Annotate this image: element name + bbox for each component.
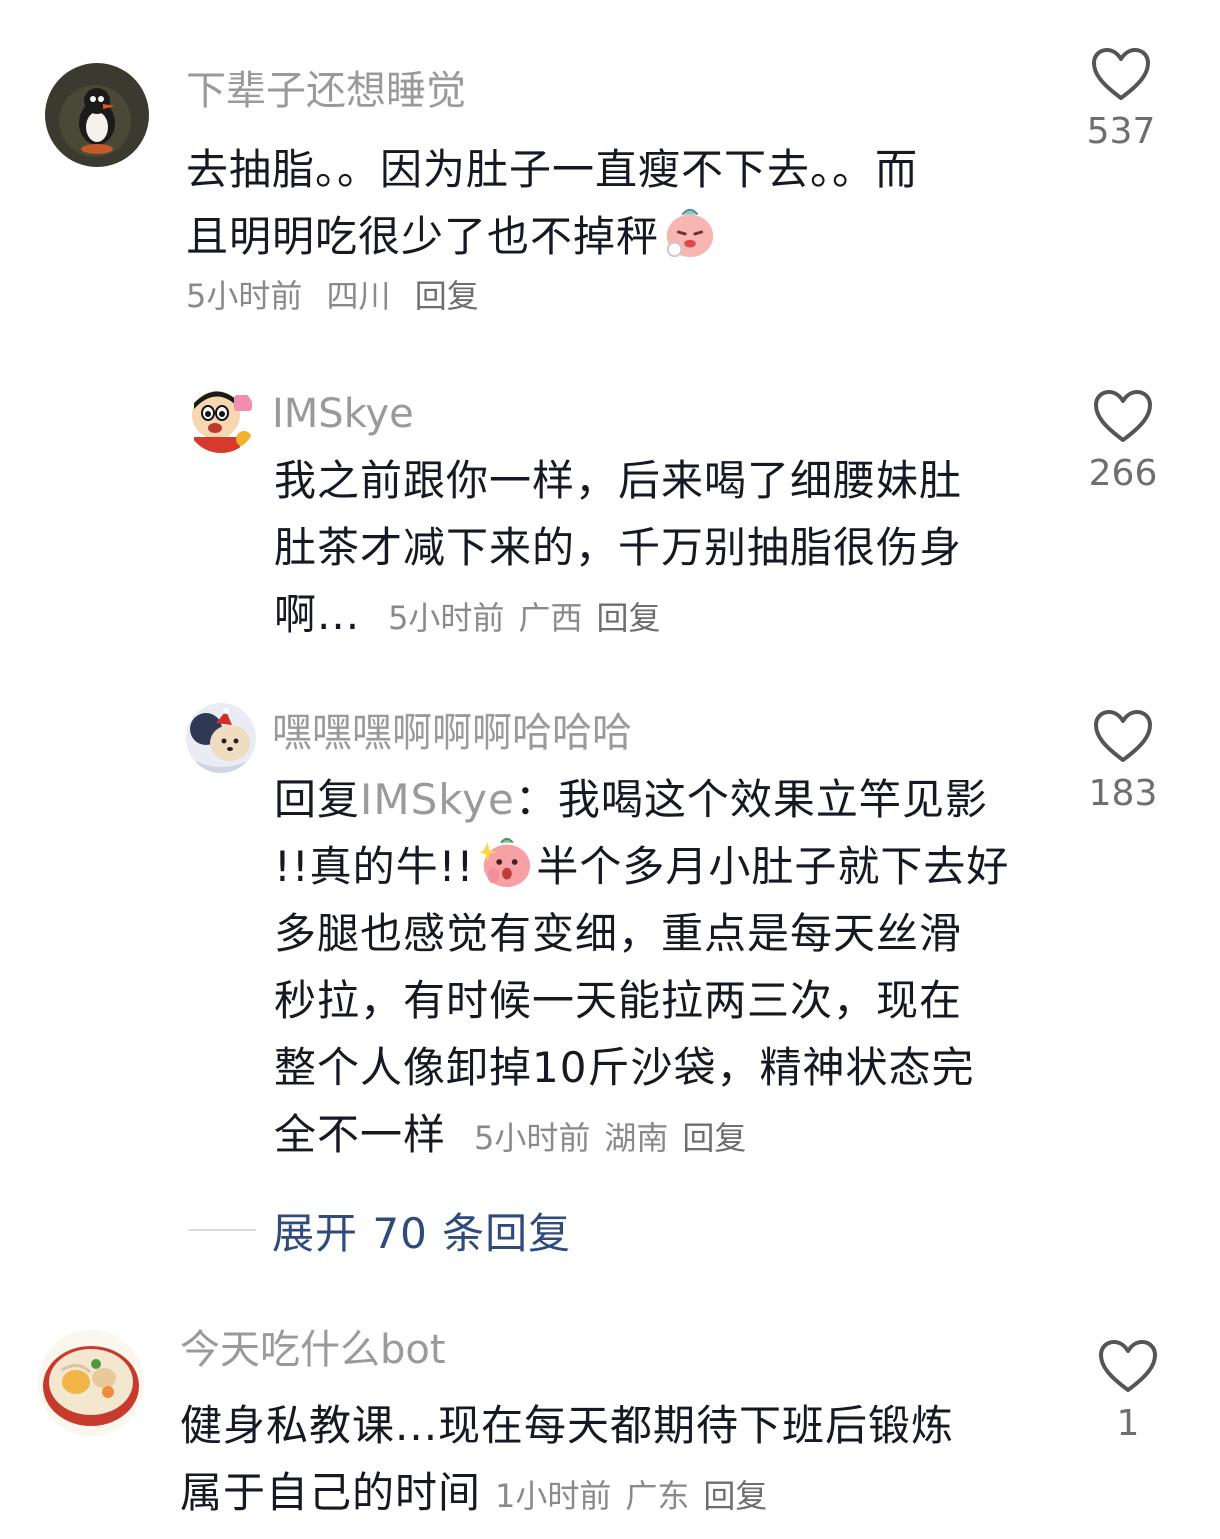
comment-time: 5小时前	[474, 1119, 591, 1157]
avatar[interactable]	[38, 1330, 144, 1436]
comment-time: 1小时前	[495, 1477, 612, 1515]
divider	[188, 1229, 256, 1231]
like-button[interactable]: 266	[1078, 388, 1168, 496]
like-count: 1	[1116, 1403, 1140, 1444]
like-button[interactable]: 537	[1076, 46, 1166, 154]
comment-time: 5小时前	[186, 277, 303, 315]
avatar[interactable]	[45, 63, 149, 167]
expand-replies-button[interactable]: 展开 70 条回复	[188, 1200, 571, 1260]
comment-text-line: 我喝这个效果立竿见影	[557, 775, 988, 824]
avatar[interactable]	[186, 703, 256, 773]
comment-text-line: 啊...	[274, 590, 361, 639]
comment-time: 5小时前	[388, 599, 505, 637]
comment-text: 回复IMSkye：我喝这个效果立竿见影 !!真的牛!! 半个多月小肚子就下去好 …	[274, 766, 1009, 1168]
comment-text-line: 全不一样	[274, 1110, 447, 1159]
like-button[interactable]: 183	[1078, 708, 1168, 816]
expand-replies-label: 展开 70 条回复	[272, 1208, 572, 1258]
comment-text-line: 属于自己的时间	[180, 1468, 482, 1517]
like-count: 183	[1088, 773, 1158, 814]
comment-text-line: 半个多月小肚子就下去好	[536, 842, 1010, 891]
comment-location: 湖南	[604, 1119, 669, 1157]
mention-link[interactable]: IMSkye	[360, 775, 515, 824]
comment-text-line: 肚茶才减下来的，千万别抽脂很伤身	[274, 523, 963, 572]
food-bowl-avatar	[38, 1330, 144, 1436]
like-count: 537	[1086, 111, 1156, 152]
reply-button[interactable]: 回复	[682, 1119, 746, 1157]
mention-separator: ：	[514, 775, 558, 824]
like-count: 266	[1088, 453, 1158, 494]
reply-button[interactable]: 回复	[703, 1477, 767, 1515]
comment-text-line: 多腿也感觉有变细，重点是每天丝滑	[274, 909, 963, 958]
dog-christmas-avatar	[186, 703, 256, 773]
username[interactable]: IMSkye	[272, 391, 414, 437]
comment-meta: 5小时前 四川 回复	[186, 276, 493, 316]
comment-text-line: !!真的牛!!	[274, 842, 475, 891]
comment-text-line: 我之前跟你一样，后来喝了细腰妹肚	[274, 456, 963, 505]
surprised-peach-emoji	[476, 833, 534, 891]
comment-location: 广东	[625, 1477, 690, 1515]
cartoon-boy-avatar	[186, 383, 256, 453]
comment-text-line: 去抽脂。。因为肚子一直瘦不下去。。而	[186, 145, 919, 194]
comment-meta: 5小时前 湖南 回复	[474, 1119, 760, 1157]
reply-button[interactable]: 回复	[596, 599, 660, 637]
comment-text-line: 秒拉，有时候一天能拉两三次，现在	[274, 976, 963, 1025]
username[interactable]: 下辈子还想睡觉	[186, 68, 466, 114]
comment-location: 广西	[518, 599, 583, 637]
penguin-avatar	[45, 63, 149, 167]
comment-text: 我之前跟你一样，后来喝了细腰妹肚 肚茶才减下来的，千万别抽脂很伤身 啊... 5小…	[274, 447, 962, 648]
like-button[interactable]: 1	[1083, 1338, 1173, 1446]
crying-peach-emoji	[661, 203, 719, 261]
comment-text: 健身私教课...现在每天都期待下班后锻炼 属于自己的时间 1小时前 广东 回复	[180, 1392, 954, 1526]
comment-meta: 1小时前 广东 回复	[495, 1477, 781, 1515]
comment-meta: 5小时前 广西 回复	[388, 599, 674, 637]
heart-outline-icon	[1099, 1340, 1157, 1392]
heart-outline-icon	[1094, 390, 1152, 442]
comment-text-line: 且明明吃很少了也不掉秤	[186, 212, 660, 261]
reply-prefix: 回复	[274, 775, 361, 824]
heart-outline-icon	[1094, 710, 1152, 762]
avatar[interactable]	[186, 383, 256, 453]
comment-text-line: 整个人像卸掉10斤沙袋，精神状态完	[274, 1043, 975, 1092]
comment-list: 下辈子还想睡觉 去抽脂。。因为肚子一直瘦不下去。。而 且明明吃很少了也不掉秤 5…	[0, 0, 1220, 1539]
reply-button[interactable]: 回复	[415, 277, 479, 315]
comment-text: 去抽脂。。因为肚子一直瘦不下去。。而 且明明吃很少了也不掉秤	[186, 136, 918, 270]
comment-location: 四川	[326, 277, 391, 315]
comment-text-line: 健身私教课...现在每天都期待下班后锻炼	[180, 1401, 955, 1450]
username[interactable]: 嘿嘿嘿啊啊啊哈哈哈	[272, 710, 632, 756]
username[interactable]: 今天吃什么bot	[180, 1327, 446, 1373]
heart-outline-icon	[1092, 48, 1150, 100]
